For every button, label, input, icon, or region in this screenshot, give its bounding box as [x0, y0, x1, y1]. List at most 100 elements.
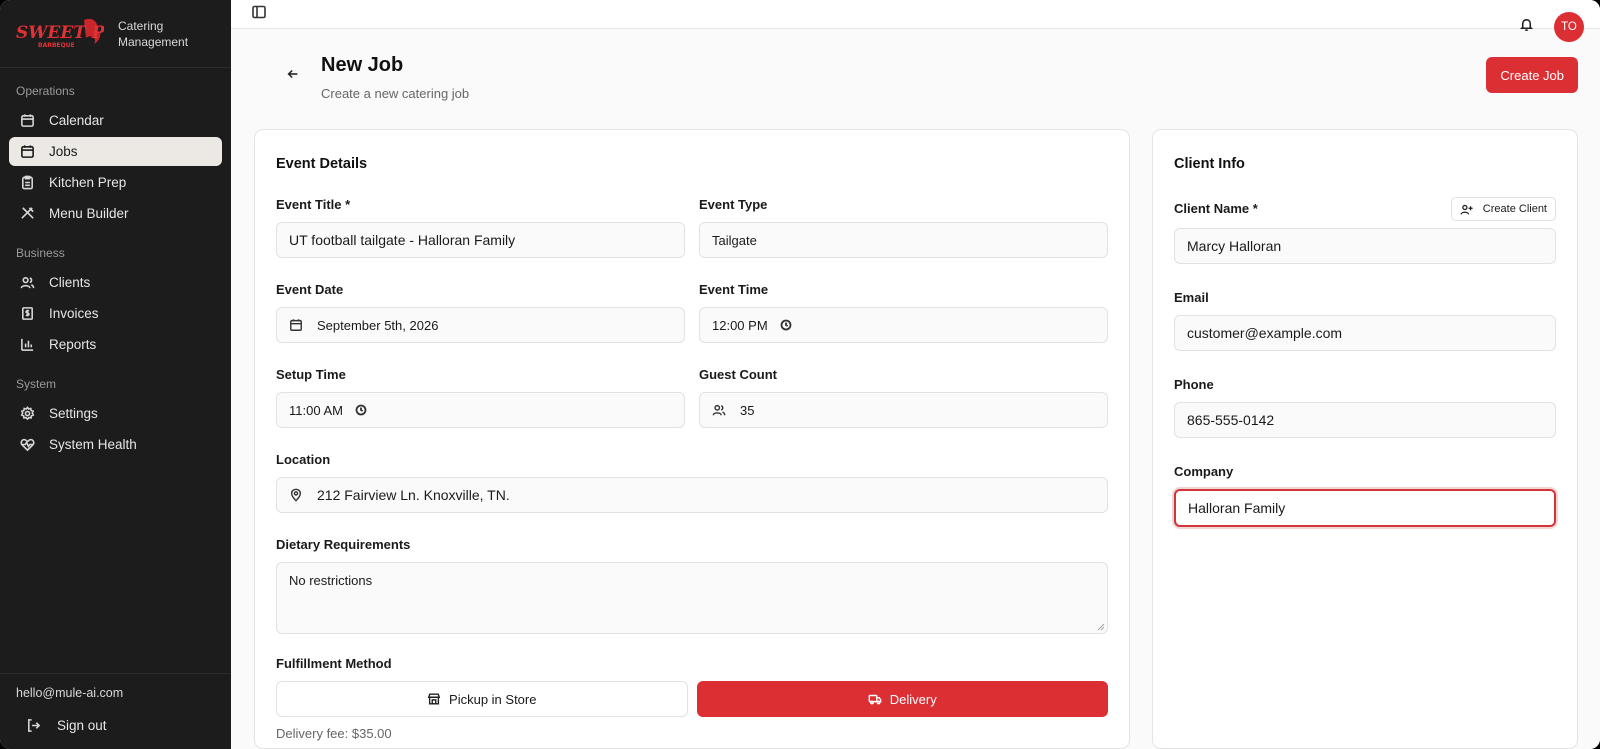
topbar: TO: [231, 0, 1600, 42]
brand-logo[interactable]: SWEET P'S BARBEQUE: [14, 14, 122, 54]
event-details-title: Event Details: [276, 156, 368, 172]
pickup-in-store-button[interactable]: Pickup in Store: [276, 681, 688, 717]
phone-field[interactable]: 865-555-0142: [1174, 402, 1556, 438]
sidebar-item-label: Reports: [49, 337, 97, 352]
sidebar-item-kitchen-prep[interactable]: Kitchen Prep: [9, 168, 222, 197]
event-date-picker[interactable]: September 5th, 2026: [276, 307, 685, 343]
event-type-select[interactable]: Tailgate: [699, 222, 1108, 258]
sidebar-item-clients[interactable]: Clients: [9, 268, 222, 297]
sidebar-item-label: System Health: [49, 437, 137, 452]
sidebar-item-label: Calendar: [49, 113, 104, 128]
calendar-icon: [289, 318, 303, 332]
gear-icon: [19, 406, 35, 422]
truck-icon: [868, 694, 882, 705]
nav-heading: System: [16, 377, 57, 391]
app-window: SWEET P'S BARBEQUE Catering Management O…: [0, 0, 1600, 749]
location-field: Location 212 Fairview Ln. Knoxville, TN.: [276, 452, 1108, 513]
row-date-time: Event Date September 5th, 2026 Event Tim…: [276, 282, 1108, 367]
brand-subtitle-line2: Management: [118, 34, 189, 49]
logo-graphic: SWEET P'S BARBEQUE: [16, 18, 122, 49]
delivery-button[interactable]: Delivery: [696, 681, 1108, 717]
users-icon: [19, 275, 35, 291]
email-value: customer@example.com: [1187, 325, 1343, 341]
sidebar-footer: hello@mule-ai.com Sign out: [0, 673, 231, 749]
delivery-label: Delivery: [889, 691, 937, 707]
dietary-label: Dietary Requirements: [276, 537, 411, 552]
clock-icon[interactable]: [780, 319, 792, 331]
pickup-label: Pickup in Store: [449, 691, 537, 707]
sidebar-item-jobs[interactable]: Jobs: [9, 137, 222, 166]
clipboard-icon: [19, 175, 35, 191]
page-content: New Job Create a new catering job Create…: [231, 29, 1600, 749]
dietary-textarea[interactable]: No restrictions: [276, 562, 1108, 634]
event-time-field: Event Time 12:00 PM: [699, 282, 1108, 367]
location-input[interactable]: 212 Fairview Ln. Knoxville, TN.: [276, 477, 1108, 513]
event-title-input[interactable]: UT football tailgate - Halloran Family: [276, 222, 685, 258]
row-setup-guests: Setup Time 11:00 AM Guest Count 35: [276, 367, 1108, 452]
sidebar-item-label: Settings: [49, 406, 98, 421]
utensils-icon: [19, 206, 35, 222]
setup-time-input[interactable]: 11:00 AM: [276, 392, 685, 428]
nav-heading: Operations: [16, 84, 75, 98]
sidebar-toggle-button[interactable]: [251, 4, 267, 25]
event-details-card: Event Details Event Title * UT football …: [254, 129, 1130, 749]
sidebar-item-menu-builder[interactable]: Menu Builder: [9, 199, 222, 228]
event-time-input[interactable]: 12:00 PM: [699, 307, 1108, 343]
client-name-value: Marcy Halloran: [1187, 238, 1282, 254]
event-date-label: Event Date: [276, 282, 344, 297]
row-title-type: Event Title * UT football tailgate - Hal…: [276, 197, 1108, 282]
sidebar-item-invoices[interactable]: Invoices: [9, 299, 222, 328]
user-plus-icon: [1460, 204, 1473, 215]
create-job-button[interactable]: Create Job: [1486, 57, 1578, 93]
event-date-field: Event Date September 5th, 2026: [276, 282, 685, 367]
logo-subtext: BARBEQUE: [38, 42, 75, 49]
nav-section-operations: Operations Calendar Jobs Kitchen Prep Me…: [0, 68, 231, 230]
dietary-field: Dietary Requirements No restrictions: [276, 537, 1108, 634]
location-label: Location: [276, 452, 331, 467]
panel-left-icon: [252, 5, 266, 18]
sign-out-icon: [28, 719, 41, 732]
sidebar-item-reports[interactable]: Reports: [9, 330, 222, 359]
setup-time-label: Setup Time: [276, 367, 346, 382]
sidebar-item-label: Kitchen Prep: [49, 175, 127, 190]
setup-time-field: Setup Time 11:00 AM: [276, 367, 685, 452]
fulfillment-label: Fulfillment Method: [276, 656, 392, 671]
bar-chart-icon: [19, 337, 35, 353]
company-value: Halloran Family: [1188, 500, 1286, 516]
form-cards: Event Details Event Title * UT football …: [254, 129, 1578, 749]
phone-value: 865-555-0142: [1187, 412, 1275, 428]
sign-out-button[interactable]: Sign out: [16, 718, 215, 733]
nav-heading: Business: [16, 246, 65, 260]
sidebar: SWEET P'S BARBEQUE Catering Management O…: [0, 0, 231, 749]
create-client-button[interactable]: Create Client: [1450, 197, 1556, 221]
sidebar-item-settings[interactable]: Settings: [9, 399, 222, 428]
guest-count-input[interactable]: 35: [699, 392, 1108, 428]
receipt-icon: [19, 306, 35, 322]
company-field[interactable]: Halloran Family: [1174, 489, 1556, 527]
email-label: Email: [1174, 290, 1209, 305]
guest-count-label: Guest Count: [699, 367, 777, 382]
users-icon: [712, 403, 726, 417]
event-title-label: Event Title *: [276, 197, 351, 212]
sidebar-item-calendar[interactable]: Calendar: [9, 106, 222, 135]
clock-icon[interactable]: [355, 404, 367, 416]
page-header: New Job Create a new catering job Create…: [254, 29, 1578, 129]
main-area: TO New Job Create a new catering job Cre…: [231, 0, 1600, 749]
email-field[interactable]: customer@example.com: [1174, 315, 1556, 351]
sidebar-item-system-health[interactable]: System Health: [9, 430, 222, 459]
guest-count-value: 35: [740, 402, 755, 418]
page-title: New Job: [321, 54, 404, 76]
sidebar-item-label: Invoices: [49, 306, 99, 321]
client-name-input[interactable]: Marcy Halloran: [1174, 228, 1556, 264]
back-button[interactable]: [286, 67, 302, 83]
event-title-value: UT football tailgate - Halloran Family: [289, 232, 516, 248]
nav-section-system: System Settings System Health: [0, 361, 231, 461]
event-time-value: 12:00 PM: [712, 317, 768, 333]
dietary-value: No restrictions: [289, 573, 373, 588]
event-type-value: Tailgate: [712, 232, 757, 248]
arrow-left-icon: [287, 69, 298, 79]
logo-wordmark: SWEET P'S: [16, 23, 104, 43]
resize-grip-icon[interactable]: [1097, 623, 1105, 631]
sign-out-label: Sign out: [57, 718, 107, 733]
page-subtitle: Create a new catering job: [321, 86, 470, 101]
